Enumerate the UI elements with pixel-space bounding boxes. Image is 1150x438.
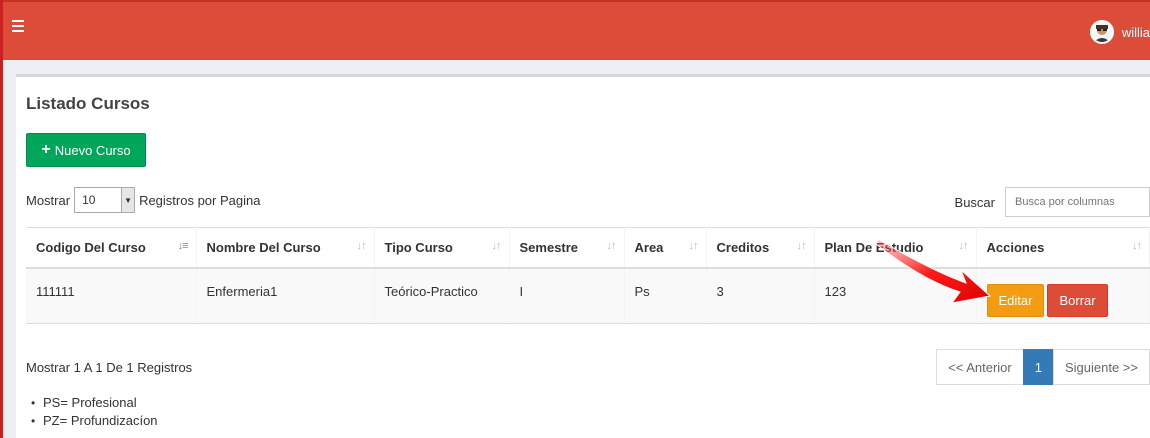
pagination: << Anterior 1 Siguiente >> <box>936 349 1150 385</box>
edit-button[interactable]: Editar <box>986 283 1045 317</box>
cell-area: Ps <box>624 267 707 324</box>
chevron-down-icon: ▼ <box>121 188 135 212</box>
next-page-button[interactable]: Siguiente >> <box>1052 349 1150 385</box>
length-prefix: Mostrar <box>26 192 71 208</box>
sort-icon: ↓↑ <box>958 240 969 252</box>
cell-plan: 123 <box>814 267 977 324</box>
prev-page-button[interactable]: << Anterior <box>936 349 1024 385</box>
page-title: Listado Cursos <box>26 94 150 113</box>
column-header-nombre[interactable]: Nombre Del Curso ↓↑ <box>196 227 375 269</box>
page-length-select[interactable]: 10 ▼ <box>74 187 136 213</box>
new-course-label: Nuevo Curso <box>54 142 131 158</box>
cell-nombre: Enfermeria1 <box>196 267 375 324</box>
column-header-plan[interactable]: Plan De Estudio ↓↑ <box>814 227 977 269</box>
new-course-button[interactable]: + Nuevo Curso <box>26 133 146 167</box>
courses-table: Codigo Del Curso ↓≡ Nombre Del Curso ↓↑ Ti… <box>26 227 1150 324</box>
table-row: 111111 Enfermeria1 Teórico-Practico I Ps… <box>26 267 1150 324</box>
search-input[interactable] <box>1005 187 1150 217</box>
page-button-1[interactable]: 1 <box>1022 349 1054 385</box>
search-control: Buscar <box>955 187 1150 217</box>
column-header-creditos[interactable]: Creditos ↓↑ <box>706 227 815 269</box>
column-header-tipo[interactable]: Tipo Curso ↓↑ <box>374 227 510 269</box>
user-name: willia <box>1121 24 1150 40</box>
column-header-codigo[interactable]: Codigo Del Curso ↓≡ <box>26 227 197 269</box>
sort-icon: ↓↑ <box>491 240 502 252</box>
page-length-value: 10 <box>82 193 96 207</box>
column-header-area[interactable]: Area ↓↑ <box>624 227 707 269</box>
list-item: PZ= Profundizacíon <box>31 412 157 430</box>
table-info: Mostrar 1 A 1 De 1 Registros <box>26 360 193 375</box>
page-length-control: Mostrar 10 ▼ Registros por Pagina <box>26 187 260 213</box>
sidebar-toggle-icon[interactable] <box>12 20 24 32</box>
length-suffix: Registros por Pagina <box>139 192 261 208</box>
sort-icon: ↓↑ <box>688 240 699 252</box>
plus-icon: + <box>41 141 51 158</box>
cell-acciones: Editar Borrar <box>976 267 1150 324</box>
column-header-acciones[interactable]: Acciones ↓↑ <box>976 227 1150 269</box>
courses-box: Listado Cursos + Nuevo Curso Mostrar 10 … <box>16 74 1150 438</box>
legend-notes: PS= Profesional PZ= Profundizacíon <box>31 394 158 430</box>
avatar <box>1089 20 1114 44</box>
cell-creditos: 3 <box>706 267 815 324</box>
sort-icon: ↓↑ <box>606 240 617 252</box>
content-wrapper: Listado Cursos + Nuevo Curso Mostrar 10 … <box>3 60 1150 438</box>
sort-icon: ↓↑ <box>356 240 367 252</box>
list-item: PS= Profesional <box>31 394 158 412</box>
column-header-semestre[interactable]: Semestre ↓↑ <box>509 227 625 269</box>
cell-codigo: 111111 <box>26 267 197 324</box>
table-header-row: Codigo Del Curso ↓≡ Nombre Del Curso ↓↑ Ti… <box>26 227 1150 269</box>
sort-icon: ↓↑ <box>1132 240 1142 252</box>
top-navbar: willia <box>3 0 1150 60</box>
delete-button[interactable]: Borrar <box>1047 283 1108 317</box>
cell-semestre: I <box>509 267 625 324</box>
sort-icon: ↓↑ <box>796 240 807 252</box>
sort-asc-icon: ↓≡ <box>177 240 189 252</box>
user-menu[interactable]: willia <box>1089 20 1150 44</box>
cell-tipo: Teórico-Practico <box>374 267 510 324</box>
search-label: Buscar <box>954 194 995 210</box>
